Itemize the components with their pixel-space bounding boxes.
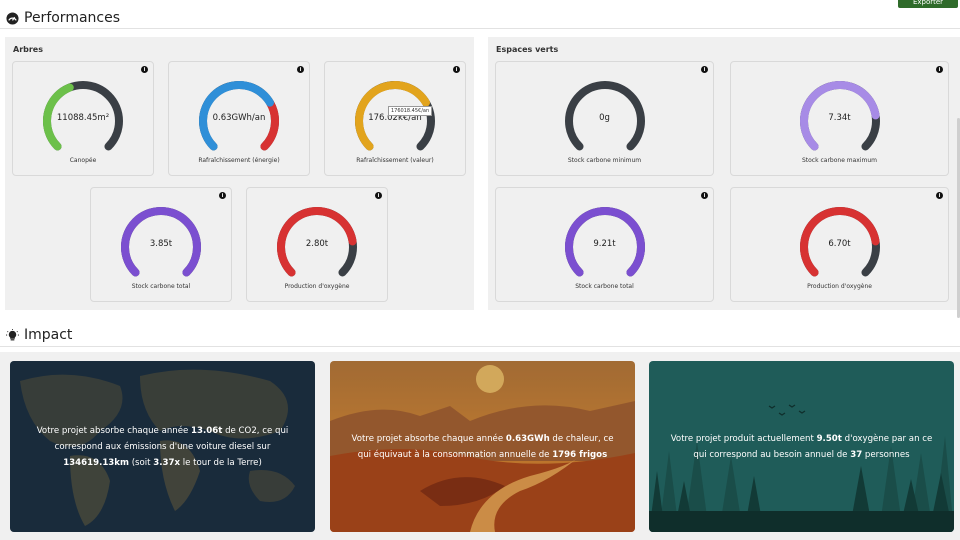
gauge-label: Stock carbone maximum (801, 157, 878, 164)
gauge-card: i 9.21t Stock carbone total (495, 187, 714, 302)
info-icon[interactable]: i (701, 66, 708, 73)
gauge-label: Production d'oxygène (807, 283, 872, 290)
gauge-label: Production d'oxygène (284, 283, 350, 290)
impact-title: Impact (6, 327, 72, 343)
info-icon[interactable]: i (375, 192, 382, 199)
gauge-card: i 0.63GWh/an Rafraîchissement (énergie) (168, 61, 310, 176)
impact-title-label: Impact (24, 327, 73, 343)
gauge-card: i 176.02k€/an Rafraîchissement (valeur) (324, 61, 466, 176)
info-icon[interactable]: i (297, 66, 304, 73)
gauge-label: Stock carbone total (575, 283, 634, 290)
impact-card-heat: Votre projet absorbe chaque année 0.63GW… (330, 361, 635, 532)
info-icon[interactable]: i (701, 192, 708, 199)
gauge-value: 7.34t (828, 113, 851, 123)
impact-card-co2: Votre projet absorbe chaque année 13.06t… (10, 361, 315, 532)
espaces-verts-title: Espaces verts (496, 45, 559, 54)
info-icon[interactable]: i (936, 66, 943, 73)
gauge-label: Canopée (69, 157, 97, 164)
tooltip: 176018.45€/an (388, 106, 433, 116)
export-button[interactable]: Exporter (898, 0, 958, 8)
gauge-card: i 6.70t Production d'oxygène (730, 187, 949, 302)
gauge-value: 2.80t (305, 239, 329, 249)
divider (0, 28, 960, 29)
arbres-title: Arbres (13, 45, 43, 54)
info-icon[interactable]: i (141, 66, 148, 73)
gauge-label: Stock carbone minimum (567, 157, 642, 164)
gauge-end-segment (260, 98, 279, 151)
impact-text-co2: Votre projet absorbe chaque année 13.06t… (36, 425, 289, 468)
impact-text-heat: Votre projet absorbe chaque année 0.63GW… (351, 433, 614, 460)
gauge-card: i 2.80t Production d'oxygène (246, 187, 388, 302)
impact-card-oxygen: Votre projet produit actuellement 9.50t … (649, 361, 954, 532)
gauge-value: 9.21t (593, 239, 616, 249)
gauge-label: Rafraîchissement (valeur) (356, 157, 434, 164)
performances-title-label: Performances (24, 10, 121, 26)
info-icon[interactable]: i (936, 192, 943, 199)
gauge-label: Stock carbone total (131, 283, 191, 290)
gauge-value: 3.85t (149, 239, 173, 249)
gauge-value: 11088.45m² (56, 113, 110, 123)
gauge-card: i 11088.45m² Canopée (12, 61, 154, 176)
info-icon[interactable]: i (453, 66, 460, 73)
gauge-value: 0.63GWh/an (212, 113, 266, 123)
impact-text-oxygen: Votre projet produit actuellement 9.50t … (670, 433, 933, 460)
gauge-label: Rafraîchissement (énergie) (198, 157, 280, 164)
gauge-card: i 0g Stock carbone minimum (495, 61, 714, 176)
gauge-card: i 3.85t Stock carbone total (90, 187, 232, 302)
gauge-icon (6, 11, 19, 25)
divider (0, 346, 960, 347)
info-icon[interactable]: i (219, 192, 226, 199)
gauge-card: i 7.34t Stock carbone maximum (730, 61, 949, 176)
gauge-value: 6.70t (828, 239, 851, 249)
lightbulb-icon (6, 328, 19, 340)
gauge-value: 0g (599, 113, 610, 123)
performances-title: Performances (6, 10, 120, 26)
